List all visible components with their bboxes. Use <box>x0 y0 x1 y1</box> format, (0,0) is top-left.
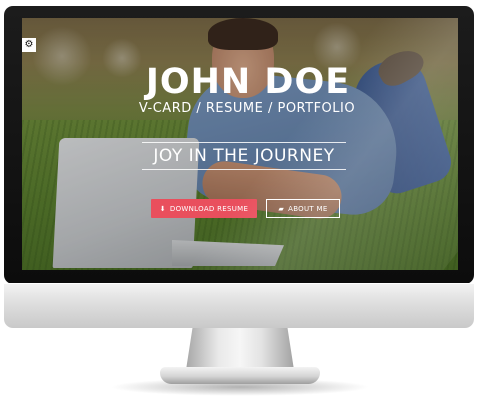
about-me-button[interactable]: ▰ ABOUT ME <box>266 199 340 218</box>
monitor-chin <box>4 283 474 328</box>
download-resume-button[interactable]: ⬇ DOWNLOAD RESUME <box>151 199 257 218</box>
tagline-divider-bottom <box>142 169 346 170</box>
tagline-divider-top <box>142 142 346 143</box>
hero-tagline: JOY IN THE JOURNEY <box>153 146 335 166</box>
website-screen: ⚙ JOHN DOE V-CARD / RESUME / PORTFOLIO J… <box>22 18 458 270</box>
monitor-stand-base <box>160 367 320 384</box>
settings-toggle-button[interactable]: ⚙ <box>22 38 36 52</box>
hero-subtitle: V-CARD / RESUME / PORTFOLIO <box>138 101 356 116</box>
imac-monitor-mockup: ⚙ JOHN DOE V-CARD / RESUME / PORTFOLIO J… <box>0 0 480 400</box>
hero-name: JOHN DOE <box>145 62 351 102</box>
download-resume-label: DOWNLOAD RESUME <box>169 204 249 213</box>
download-icon: ⬇ <box>159 204 166 213</box>
gear-icon: ⚙ <box>24 39 34 50</box>
about-me-label: ABOUT ME <box>288 204 328 213</box>
briefcase-icon: ▰ <box>278 204 285 213</box>
monitor-stand-neck <box>186 328 294 370</box>
hero-overlay <box>22 18 458 270</box>
